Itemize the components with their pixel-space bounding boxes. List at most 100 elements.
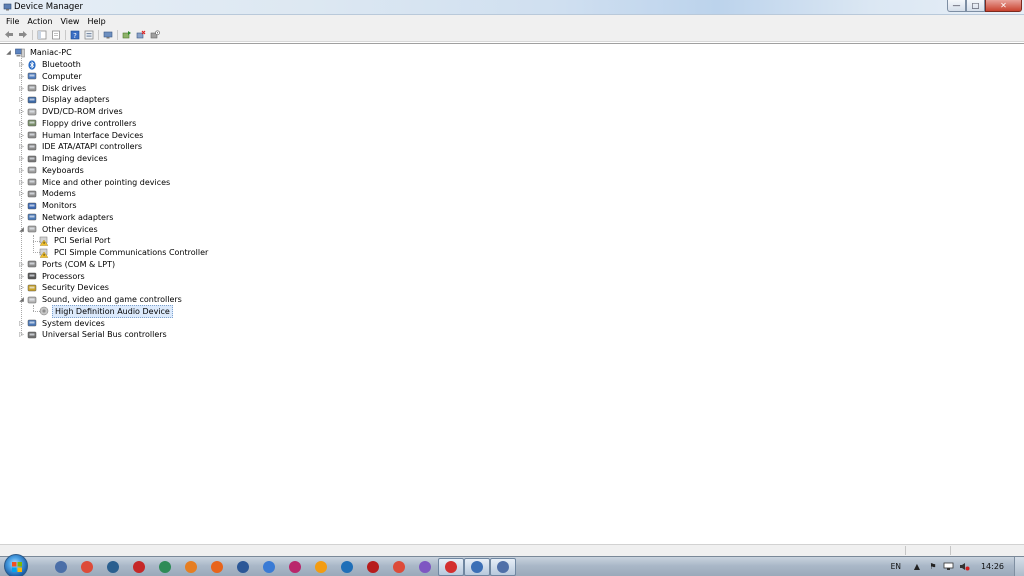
menu-file[interactable]: File (2, 16, 23, 28)
tree-category[interactable]: Imaging devices (27, 153, 110, 164)
imaging-icon (27, 155, 37, 162)
menu-action[interactable]: Action (23, 16, 56, 28)
taskbar-app-button[interactable] (230, 558, 256, 576)
taskbar-app-button[interactable] (178, 558, 204, 576)
expand-toggle[interactable]: ▷ (18, 284, 25, 291)
minimize-button[interactable]: — (947, 0, 966, 12)
taskbar-app-button[interactable] (438, 558, 464, 576)
title-bar[interactable]: Device Manager — □ ✕ (0, 0, 1024, 15)
expand-toggle[interactable]: ▷ (18, 155, 25, 162)
tree-category[interactable]: Modems (27, 188, 78, 199)
taskbar-app-button[interactable] (282, 558, 308, 576)
tree-category[interactable]: Human Interface Devices (27, 130, 145, 141)
volume-muted-icon[interactable] (959, 562, 971, 572)
menu-help[interactable]: Help (83, 16, 109, 28)
taskbar-app-button[interactable] (48, 558, 74, 576)
tree-category[interactable]: Computer (27, 71, 84, 82)
tree-category[interactable]: Floppy drive controllers (27, 118, 138, 129)
update-driver-button[interactable] (120, 29, 133, 41)
expand-toggle[interactable]: ▷ (18, 214, 25, 221)
expand-toggle[interactable]: ◢ (18, 296, 25, 303)
ide-controller-icon (27, 143, 37, 150)
help-button[interactable]: ? (68, 29, 81, 41)
taskbar-app-button[interactable] (308, 558, 334, 576)
taskbar-app-button[interactable] (464, 558, 490, 576)
tree-device[interactable]: PCI Serial Port (39, 235, 112, 246)
tree-category[interactable]: System devices (27, 318, 107, 329)
close-button[interactable]: ✕ (985, 0, 1022, 12)
action-center-flag-icon[interactable]: ⚑ (927, 562, 939, 572)
tree-category[interactable]: Display adapters (27, 94, 112, 105)
expand-toggle[interactable]: ▷ (18, 108, 25, 115)
tree-category[interactable]: Security Devices (27, 282, 111, 293)
expand-toggle[interactable]: ▷ (18, 320, 25, 327)
device-tree[interactable]: ◢ Maniac-PC ▷ Bluetooth ▷ Computer ▷ Disk dri… (0, 43, 1024, 544)
tree-category[interactable]: Bluetooth (27, 59, 83, 70)
taskbar-app-button[interactable] (126, 558, 152, 576)
expand-toggle[interactable]: ▷ (18, 143, 25, 150)
opera-icon (133, 561, 145, 573)
expand-toggle[interactable]: ▷ (18, 202, 25, 209)
toolbar: ? (0, 28, 1024, 42)
expand-toggle[interactable]: ▷ (18, 331, 25, 338)
tree-category[interactable]: Disk drives (27, 83, 88, 94)
tree-category[interactable]: Ports (COM & LPT) (27, 259, 117, 270)
expand-toggle[interactable]: ◢ (18, 226, 25, 233)
tree-category[interactable]: Mice and other pointing devices (27, 177, 172, 188)
language-indicator[interactable]: EN (891, 562, 901, 571)
start-button[interactable] (4, 554, 28, 576)
expand-toggle[interactable]: ▷ (18, 190, 25, 197)
maximize-button[interactable]: □ (966, 0, 985, 12)
expand-toggle[interactable]: ▷ (18, 179, 25, 186)
show-hidden-icons-icon[interactable]: ▲ (911, 562, 923, 572)
tree-category[interactable]: Sound, video and game controllers (27, 294, 184, 305)
back-button[interactable] (2, 29, 15, 41)
mouse-icon (27, 178, 37, 186)
tree-category[interactable]: DVD/CD-ROM drives (27, 106, 125, 117)
edge-icon (341, 561, 353, 573)
tree-category[interactable]: Keyboards (27, 165, 86, 176)
tree-category[interactable]: Monitors (27, 200, 79, 211)
forward-button[interactable] (16, 29, 29, 41)
expand-toggle[interactable]: ▷ (18, 61, 25, 68)
modem-icon (27, 190, 37, 197)
expand-toggle[interactable]: ▷ (18, 96, 25, 103)
properties-button[interactable] (49, 29, 62, 41)
network-icon[interactable] (943, 562, 955, 572)
taskbar-app-button[interactable] (490, 558, 516, 576)
expand-toggle[interactable]: ▷ (18, 132, 25, 139)
expand-toggle[interactable]: ▷ (18, 261, 25, 268)
taskbar-app-button[interactable] (100, 558, 126, 576)
tree-root[interactable]: Maniac-PC (15, 47, 74, 58)
taskbar-app-button[interactable] (412, 558, 438, 576)
expand-toggle[interactable]: ▷ (18, 85, 25, 92)
expand-toggle[interactable]: ▷ (18, 120, 25, 127)
network-adapter-icon (27, 214, 37, 221)
taskbar-app-button[interactable] (152, 558, 178, 576)
expand-toggle[interactable]: ▷ (18, 167, 25, 174)
view-button[interactable] (82, 29, 95, 41)
show-desktop-button[interactable] (1014, 557, 1024, 576)
scan-hardware-button[interactable] (101, 29, 114, 41)
tree-category[interactable]: Other devices (27, 224, 100, 235)
tree-device[interactable]: PCI Simple Communications Controller (39, 247, 210, 258)
show-hide-console-tree-button[interactable] (35, 29, 48, 41)
expand-toggle[interactable]: ▷ (18, 273, 25, 280)
menu-view[interactable]: View (56, 16, 83, 28)
tree-category[interactable]: IDE ATA/ATAPI controllers (27, 141, 144, 152)
taskbar-app-button[interactable] (204, 558, 230, 576)
uninstall-button[interactable] (134, 29, 147, 41)
root-collapse-toggle[interactable]: ◢ (5, 49, 12, 56)
disable-button[interactable] (148, 29, 161, 41)
taskbar-app-button[interactable] (334, 558, 360, 576)
taskbar-app-button[interactable] (74, 558, 100, 576)
tree-device[interactable]: High Definition Audio Device (39, 304, 173, 318)
tree-category[interactable]: Universal Serial Bus controllers (27, 329, 169, 340)
taskbar-app-button[interactable] (256, 558, 282, 576)
clock[interactable]: 14:26 (981, 562, 1004, 571)
taskbar-app-button[interactable] (360, 558, 386, 576)
tree-category[interactable]: Network adapters (27, 212, 115, 223)
tree-category[interactable]: Processors (27, 271, 87, 282)
taskbar-app-button[interactable] (386, 558, 412, 576)
expand-toggle[interactable]: ▷ (18, 73, 25, 80)
